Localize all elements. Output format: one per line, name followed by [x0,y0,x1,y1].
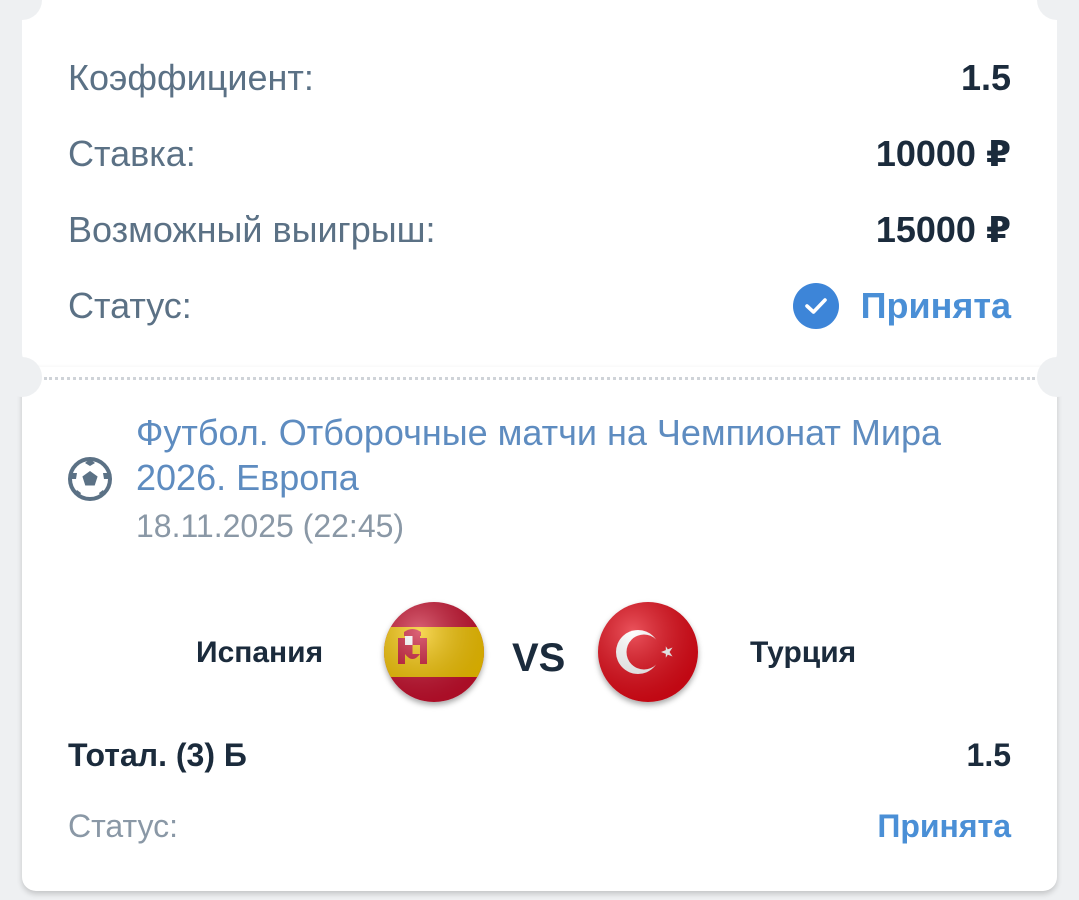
bet-odds: 1.5 [966,737,1011,773]
event-title[interactable]: Футбол. Отборочные матчи на Чемпионат Ми… [136,410,976,500]
coefficient-label: Коэффициент: [68,57,314,98]
stake-row: Ставка: 10000 ₽ [68,133,1011,175]
ticket-notch [1037,357,1077,397]
status-value-wrap: Принята [792,283,1011,329]
football-icon [68,457,112,501]
ticket-notch [2,357,42,397]
turkey-flag-icon [598,602,698,702]
possible-win-label: Возможный выигрыш: [68,209,436,250]
away-team-name: Турция [750,636,857,669]
spain-flag-icon [384,602,484,702]
status-value: Принята [860,285,1011,326]
possible-win-value: 15000 ₽ [875,209,1011,250]
coefficient-value: 1.5 [960,57,1011,98]
check-circle-icon [792,283,839,329]
bet-status-label: Статус: [68,808,179,844]
event-date: 18.11.2025 (22:45) [136,508,405,544]
possible-win-row: Возможный выигрыш: 15000 ₽ [68,209,1011,251]
coefficient-row: Коэффициент: 1.5 [68,57,1011,99]
stake-label: Ставка: [68,133,196,174]
bet-market-row: Тотал. (3) Б 1.5 [68,737,1011,774]
vs-label: VS [512,636,566,680]
perforation-divider [44,377,1035,380]
stake-value: 10000 ₽ [875,133,1011,174]
home-team-name: Испания [196,636,324,669]
status-row: Статус: Принята [68,283,1011,329]
status-label: Статус: [68,285,192,326]
bet-status-row: Статус: Принята [68,808,1011,845]
bet-market: Тотал. (3) Б [68,737,247,773]
bet-status-value: Принята [877,808,1011,844]
